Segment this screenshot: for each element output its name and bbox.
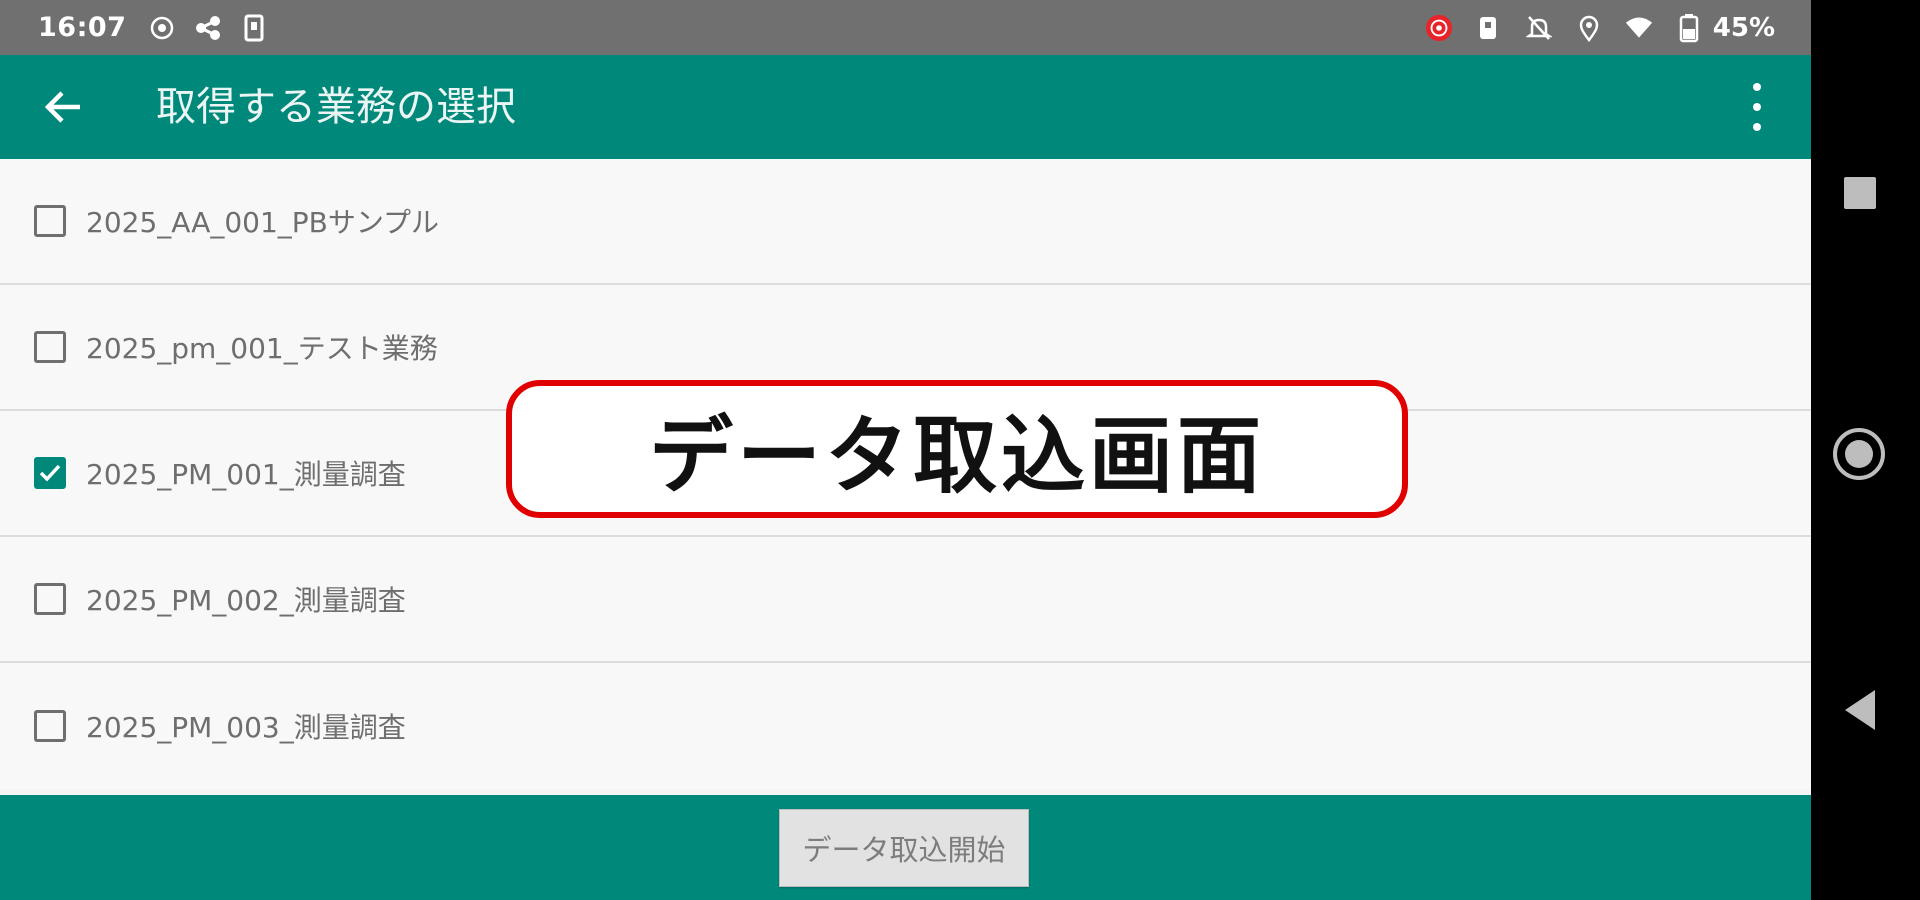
- back-button[interactable]: [38, 81, 90, 133]
- more-vert-dot: [1753, 123, 1761, 131]
- start-import-button[interactable]: データ取込開始: [779, 809, 1029, 887]
- arrow-left-icon: [44, 91, 80, 123]
- home-icon-inner: [1845, 440, 1873, 468]
- item-label: 2025_PM_001_測量調査: [86, 458, 406, 491]
- status-bar: 16:07 45%: [0, 0, 1811, 55]
- location-icon: [1575, 14, 1603, 42]
- home-icon[interactable]: [1833, 428, 1885, 480]
- checkbox-unchecked[interactable]: [34, 205, 66, 237]
- recents-icon[interactable]: [1844, 177, 1876, 209]
- checkbox-checked[interactable]: [34, 457, 66, 489]
- battery-icon: [1675, 13, 1703, 42]
- mute-icon: [1525, 14, 1553, 42]
- more-vert-icon: [1753, 83, 1761, 91]
- nfc-icon: [1475, 14, 1503, 42]
- screen-callout: データ取込画面: [506, 380, 1408, 518]
- back-triangle-icon[interactable]: [1845, 690, 1875, 730]
- item-label: 2025_AA_001_PBサンプル: [86, 206, 440, 239]
- list-item[interactable]: 2025_PM_002_測量調査: [0, 537, 1811, 663]
- list-item[interactable]: 2025_AA_001_PBサンプル: [0, 159, 1811, 285]
- battery-percent: 45%: [1712, 12, 1775, 43]
- item-label: 2025_PM_002_測量調査: [86, 584, 406, 617]
- record-icon: [1425, 14, 1453, 42]
- app-screen: 16:07 45% 取得する業務の選択 2025_AA_001_PBサンプル 2…: [0, 0, 1811, 900]
- status-right-icons: 45%: [1425, 0, 1775, 55]
- status-time: 16:07: [38, 12, 127, 43]
- more-vert-dot: [1753, 103, 1761, 111]
- checkbox-unchecked[interactable]: [34, 583, 66, 615]
- phone-icon: [240, 14, 268, 42]
- item-label: 2025_PM_003_測量調査: [86, 711, 406, 744]
- checkbox-unchecked[interactable]: [34, 331, 66, 363]
- status-left-icons: [148, 14, 268, 42]
- target-icon: [148, 14, 176, 42]
- checkbox-unchecked[interactable]: [34, 710, 66, 742]
- navigation-bar: [1811, 0, 1920, 900]
- callout-text: データ取込画面: [648, 406, 1265, 505]
- check-icon: [39, 464, 61, 482]
- app-bar: 取得する業務の選択: [0, 55, 1811, 159]
- bottom-bar: データ取込開始: [0, 795, 1811, 900]
- page-title: 取得する業務の選択: [156, 84, 516, 130]
- wifi-icon: [1625, 14, 1653, 42]
- share-icon: [194, 14, 222, 42]
- overflow-menu-button[interactable]: [1749, 83, 1765, 131]
- list-item[interactable]: 2025_PM_003_測量調査: [0, 663, 1811, 789]
- item-label: 2025_pm_001_テスト業務: [86, 332, 438, 365]
